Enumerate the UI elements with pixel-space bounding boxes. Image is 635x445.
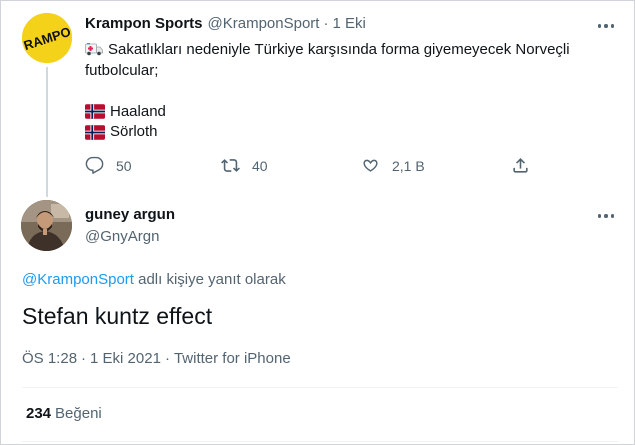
reply-count: 50 (116, 157, 132, 174)
share-icon (513, 158, 528, 173)
meta-separator: · (164, 350, 170, 367)
likes-summary[interactable]: 234 Beğeni (26, 405, 102, 422)
tweet-source[interactable]: Twitter for iPhone (174, 350, 291, 367)
tweet-date[interactable]: 1 Eki 2021 (90, 350, 161, 367)
player-line: Haaland (85, 102, 605, 123)
divider (22, 441, 618, 442)
replying-suffix: adlı kişiye yanıt olarak (133, 271, 286, 288)
likes-count: 234 (26, 405, 52, 422)
tweet-actions: 50 40 2,1 B (85, 156, 545, 178)
norway-flag-icon (85, 104, 105, 120)
author-name[interactable]: Krampon Sports (85, 15, 203, 32)
reply-icon (85, 156, 104, 174)
player-line: Sörloth (85, 122, 605, 143)
player-name: Haaland (110, 102, 166, 120)
like-button[interactable]: 2,1 B (361, 156, 425, 175)
like-count: 2,1 B (392, 157, 425, 174)
reply-author-handle[interactable]: @GnyArgn (85, 228, 159, 245)
replying-mention-link[interactable]: @KramponSport (22, 271, 134, 288)
ambulance-icon (85, 43, 103, 56)
player-name: Sörloth (110, 123, 158, 140)
replying-to: @KramponSport adlı kişiye yanıt olarak (22, 271, 286, 288)
guney-avatar[interactable] (21, 200, 72, 251)
original-tweet-header: Krampon Sports @KramponSport · 1 Eki (85, 15, 366, 32)
likes-label: Beğeni (55, 405, 102, 422)
thread-connector-line (46, 67, 48, 197)
tweet-card: KRAMPON Krampon Sports @KramponSport · 1… (0, 0, 635, 445)
tweet-meta: ÖS 1:28 · 1 Eki 2021 · Twitter for iPhone (22, 350, 291, 367)
krampon-avatar[interactable]: KRAMPON (22, 13, 72, 63)
reply-tweet-text: Stefan kuntz effect (22, 303, 213, 329)
reply-author-name[interactable]: guney argun (85, 206, 175, 223)
tweet-line-text: Sakatlıkları nedeniyle Türkiye karşısınd… (85, 41, 570, 79)
tweet-time[interactable]: 1 Eki (332, 15, 365, 32)
retweet-button[interactable]: 40 (221, 156, 268, 175)
retweet-count: 40 (252, 157, 268, 174)
retweet-icon (221, 159, 240, 172)
tweet-line-intro: Sakatlıkları nedeniyle Türkiye karşısınd… (85, 40, 605, 81)
norway-flag-icon (85, 124, 105, 140)
header-separator: · (323, 15, 329, 32)
more-options-icon[interactable] (594, 16, 618, 36)
share-button[interactable] (511, 156, 530, 175)
meta-separator: · (81, 350, 87, 367)
tweet-timestamp[interactable]: ÖS 1:28 (22, 350, 77, 367)
heart-icon (363, 159, 378, 172)
reply-button[interactable]: 50 (85, 156, 132, 175)
profile-photo (21, 200, 72, 251)
original-tweet-text: Sakatlıkları nedeniyle Türkiye karşısınd… (85, 40, 605, 143)
krampon-logo: KRAMPON (22, 13, 72, 63)
author-handle[interactable]: @KramponSport (208, 15, 320, 32)
more-options-icon[interactable] (594, 206, 618, 226)
divider (22, 387, 618, 388)
